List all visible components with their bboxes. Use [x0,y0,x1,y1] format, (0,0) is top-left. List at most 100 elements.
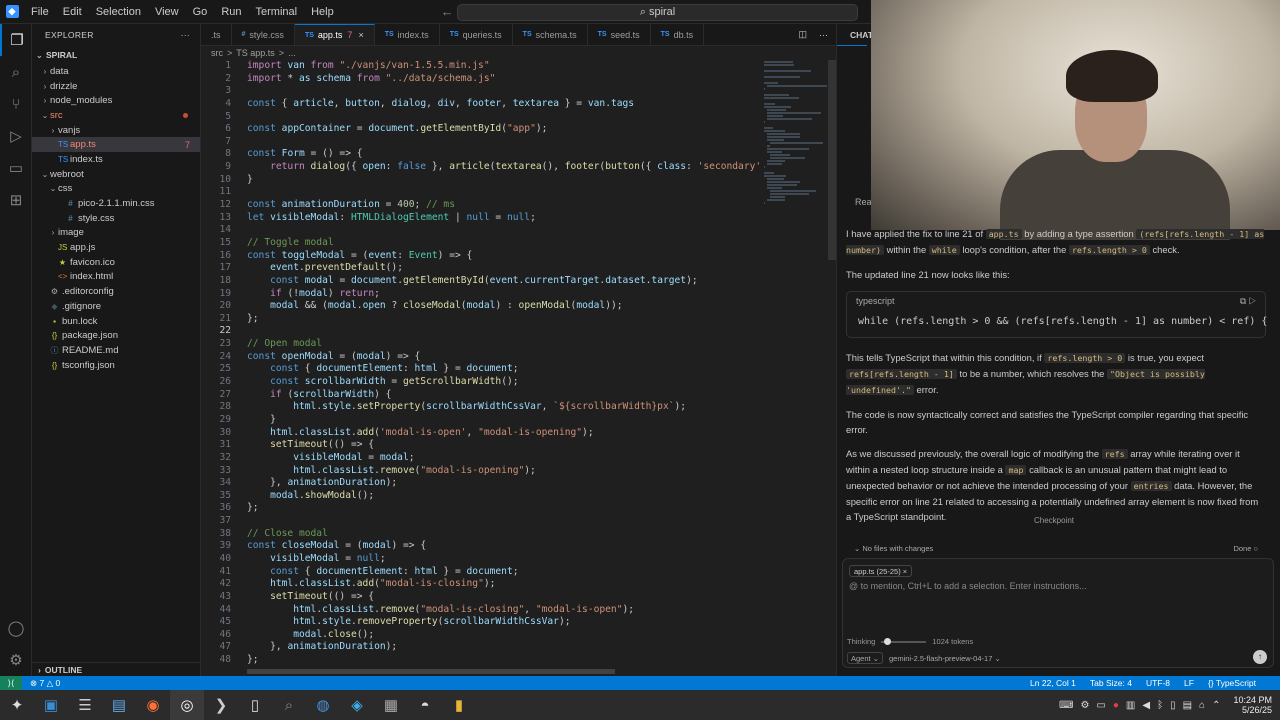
tree-item-package-json[interactable]: {} package.json [32,328,200,343]
more-actions-icon[interactable]: ··· [181,30,190,40]
files-icon[interactable]: ▤ [102,690,136,720]
tree-item-css[interactable]: ⌄ css [32,182,200,197]
volume-icon[interactable]: ◀ [1142,700,1150,711]
code-line[interactable]: 19 if (!modal) return; [201,288,761,301]
command-center[interactable]: ⌕ spiral [457,4,858,21]
code-line[interactable]: 40 visibleModal = null; [201,553,761,566]
code-line[interactable]: 44 html.classList.remove("modal-is-closi… [201,604,761,617]
tree-item--gitignore[interactable]: ◆ .gitignore [32,299,200,314]
code-line[interactable]: 17 event.preventDefault(); [201,262,761,275]
code-line[interactable]: 34 }, animationDuration); [201,477,761,490]
minimap[interactable] [764,60,829,210]
file-manager-icon[interactable]: ▣ [34,690,68,720]
code-line[interactable]: 32 visibleModal = modal; [201,452,761,465]
tree-item-bun-lock[interactable]: ▪ bun.lock [32,314,200,329]
context-chip[interactable]: app.ts (25-25) × [849,565,913,577]
code-line[interactable]: 7 [201,136,761,149]
menu-selection[interactable]: Selection [89,6,148,18]
code-line[interactable]: 27 if (scrollbarWidth) { [201,389,761,402]
clipboard-icon[interactable]: ▤ [1183,700,1192,711]
code-line[interactable]: 38 // Close modal [201,528,761,541]
code-line[interactable]: 5 [201,111,761,124]
github-icon[interactable]: ◓ [408,690,442,720]
explorer-icon[interactable]: ❐ [0,24,32,56]
code-editor[interactable]: 1 import van from "./vanjs/van-1.5.5.min.… [201,60,761,668]
settings-gear-icon[interactable]: ⚙ [0,644,32,676]
code-line[interactable]: 29 } [201,414,761,427]
thinking-slider-knob[interactable] [883,637,891,645]
account-icon[interactable]: ◯ [0,612,32,644]
code-line[interactable]: 33 html.classList.remove("modal-is-openi… [201,465,761,478]
code-line[interactable]: 37 [201,515,761,528]
breadcrumb-symbol[interactable]: ... [288,48,296,58]
code-line[interactable]: 31 setTimeout(() => { [201,439,761,452]
code-line[interactable]: 36}; [201,502,761,515]
tree-item-vanjs[interactable]: › vanjs [32,123,200,138]
outline-section[interactable]: › OUTLINE [32,662,201,676]
tree-item-node-modules[interactable]: › node_modules [32,93,200,108]
code-line[interactable]: 8 const Form = () => { [201,148,761,161]
menu-terminal[interactable]: Terminal [249,6,305,18]
run-debug-icon[interactable]: ▷ [0,120,32,152]
code-line[interactable]: 6 const appContainer = document.getElemen… [201,123,761,136]
firefox-icon[interactable]: ◉ [136,690,170,720]
close-icon[interactable]: × [903,567,907,576]
workspace-root[interactable]: ⌄ SPIRAL [32,46,200,64]
code-line[interactable]: 20 modal && (modal.open ? closeModal(mod… [201,300,761,313]
menu-go[interactable]: Go [186,6,215,18]
menu-edit[interactable]: Edit [56,6,89,18]
notes-icon[interactable]: ▮ [442,690,476,720]
more-actions-icon[interactable]: ··· [819,30,828,40]
code-line[interactable]: 30 html.classList.add('modal-is-open', "… [201,427,761,440]
tree-item-app-ts[interactable]: TS app.ts 7 [32,137,200,153]
menu-help[interactable]: Help [304,6,341,18]
code-line[interactable]: 45 html.style.removeProperty(scrollbarWi… [201,616,761,629]
obs-icon[interactable]: ◎ [170,690,204,720]
shield-icon[interactable]: ● [1113,700,1119,711]
menu-file[interactable]: File [24,6,56,18]
model-select[interactable]: gemini-2.5-flash-preview-04-17 ⌄ [889,654,1001,663]
gear-icon[interactable]: ⚙ [1080,700,1089,711]
remote-explorer-icon[interactable]: ▭ [0,152,32,184]
search-icon[interactable]: ⌕ [0,56,32,88]
code-line[interactable]: 48}; [201,654,761,667]
tree-item-readme-md[interactable]: ⓘ README.md [32,343,200,358]
code-line[interactable]: 43 setTimeout(() => { [201,591,761,604]
tab-style-css[interactable]: # style.css [232,24,295,45]
tree-item-app-js[interactable]: JS app.js [32,240,200,255]
code-line[interactable]: 21}; [201,313,761,326]
text-editor-icon[interactable]: ▯ [238,690,272,720]
tree-item-index-ts[interactable]: TS index.ts [32,152,200,167]
tab--ts[interactable]: .ts [201,24,232,45]
eol[interactable]: LF [1184,678,1194,688]
tree-item-data[interactable]: › data [32,64,200,79]
menu-view[interactable]: View [148,6,186,18]
code-line[interactable]: 28 html.style.setProperty(scrollbarWidth… [201,401,761,414]
cursor-position[interactable]: Ln 22, Col 1 [1030,678,1076,688]
tree-item-index-html[interactable]: <> index.html [32,270,200,285]
split-editor-icon[interactable]: ◫ [798,29,807,40]
code-line[interactable]: 24 const openModal = (modal) => { [201,351,761,364]
back-arrow-icon[interactable]: ← [441,4,454,19]
code-line[interactable]: 35 modal.showModal(); [201,490,761,503]
chat-input[interactable]: @ to mention, Ctrl+L to add a selection.… [849,581,1087,591]
taskbar-manager-icon[interactable]: ☰ [68,690,102,720]
inline-code[interactable]: app.ts [985,229,1022,239]
clipboard-icon[interactable]: ▭ [1096,700,1105,711]
code-line[interactable]: 26 const scrollbarWidth = getScrollbarWi… [201,376,761,389]
tree-item-drizzle[interactable]: › drizzle [32,79,200,94]
tab-seed-ts[interactable]: TS seed.ts [588,24,651,45]
tree-item-favicon-ico[interactable]: ★ favicon.ico [32,255,200,270]
keyboard-icon[interactable]: ⌨ [1059,700,1073,711]
tab-size[interactable]: Tab Size: 4 [1090,678,1132,688]
menu-run[interactable]: Run [214,6,248,18]
terminal-icon[interactable]: ❯ [204,690,238,720]
code-line[interactable]: 41 const { documentElement: html } = doc… [201,566,761,579]
tab-queries-ts[interactable]: TS queries.ts [440,24,513,45]
close-icon[interactable]: × [358,30,363,40]
code-line[interactable]: 2 import * as schema from "../data/schema… [201,73,761,86]
code-line[interactable]: 23 // Open modal [201,338,761,351]
code-line[interactable]: 47 }, animationDuration); [201,641,761,654]
code-line[interactable]: 9 return dialog({ open: false }, article… [201,161,761,174]
language-mode[interactable]: {} TypeScript [1208,678,1256,688]
